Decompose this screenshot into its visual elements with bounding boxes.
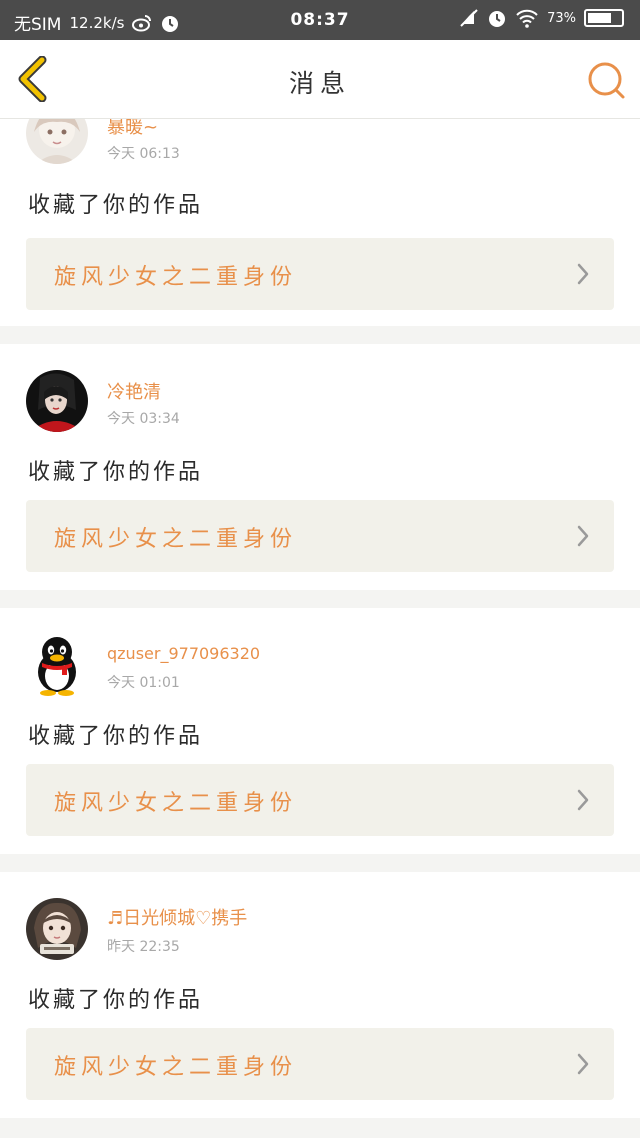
page-title: 消息 xyxy=(288,69,351,98)
chevron-right-icon xyxy=(577,525,589,547)
avatar-image xyxy=(26,370,88,432)
search-icon[interactable] xyxy=(586,60,626,100)
avatar-image xyxy=(26,119,88,164)
battery-fill xyxy=(588,13,612,23)
work-link[interactable]: 旋风少女之二重身份 xyxy=(26,238,614,310)
message-list[interactable]: 暴暖~ 今天 06:13 收藏了你的作品 旋风少女之二重身份 冷艳清 今天 03… xyxy=(0,119,640,1138)
timestamp: 今天 01:01 xyxy=(107,675,180,691)
work-link[interactable]: 旋风少女之二重身份 xyxy=(26,1028,614,1100)
work-title: 旋风少女之二重身份 xyxy=(54,791,298,816)
username[interactable]: 冷艳清 xyxy=(107,378,161,404)
action-text: 收藏了你的作品 xyxy=(28,193,204,218)
alarm-icon xyxy=(489,11,506,27)
message-card: qzuser_977096320 今天 01:01 收藏了你的作品 旋风少女之二… xyxy=(0,608,640,854)
work-title: 旋风少女之二重身份 xyxy=(54,265,298,290)
message-card: ♬日光倾城♡携手 昨天 22:35 收藏了你的作品 旋风少女之二重身份 xyxy=(0,872,640,1118)
work-link[interactable]: 旋风少女之二重身份 xyxy=(26,500,614,572)
username[interactable]: ♬日光倾城♡携手 xyxy=(107,904,247,930)
battery-percent: 73% xyxy=(547,10,576,26)
avatar[interactable] xyxy=(26,370,88,432)
username[interactable]: qzuser_977096320 xyxy=(107,644,260,663)
penguin-avatar-icon[interactable] xyxy=(26,634,88,696)
status-bar: 无SIM 12.2k/s 08:37 73% xyxy=(0,0,640,40)
avatar-image xyxy=(26,634,88,696)
status-right: 73% xyxy=(459,8,624,28)
avatar[interactable] xyxy=(26,119,88,164)
work-title: 旋风少女之二重身份 xyxy=(54,527,298,552)
work-title: 旋风少女之二重身份 xyxy=(54,1055,298,1080)
action-text: 收藏了你的作品 xyxy=(28,460,204,485)
mute-icon xyxy=(460,9,478,27)
username[interactable]: 暴暖~ xyxy=(107,119,158,139)
timestamp: 今天 03:34 xyxy=(107,411,180,427)
message-card: 暴暖~ 今天 06:13 收藏了你的作品 旋风少女之二重身份 xyxy=(0,119,640,326)
action-text: 收藏了你的作品 xyxy=(28,988,204,1013)
chevron-right-icon xyxy=(577,1053,589,1075)
message-card: 冷艳清 今天 03:34 收藏了你的作品 旋风少女之二重身份 xyxy=(0,344,640,590)
action-text: 收藏了你的作品 xyxy=(28,724,204,749)
timestamp: 今天 06:13 xyxy=(107,146,180,162)
header: 消息 xyxy=(0,40,640,119)
avatar-image xyxy=(26,898,88,960)
chevron-right-icon xyxy=(577,789,589,811)
battery-icon xyxy=(584,9,624,27)
chevron-right-icon xyxy=(577,263,589,285)
avatar[interactable] xyxy=(26,898,88,960)
wifi-icon xyxy=(516,9,538,28)
timestamp: 昨天 22:35 xyxy=(107,939,180,955)
work-link[interactable]: 旋风少女之二重身份 xyxy=(26,764,614,836)
